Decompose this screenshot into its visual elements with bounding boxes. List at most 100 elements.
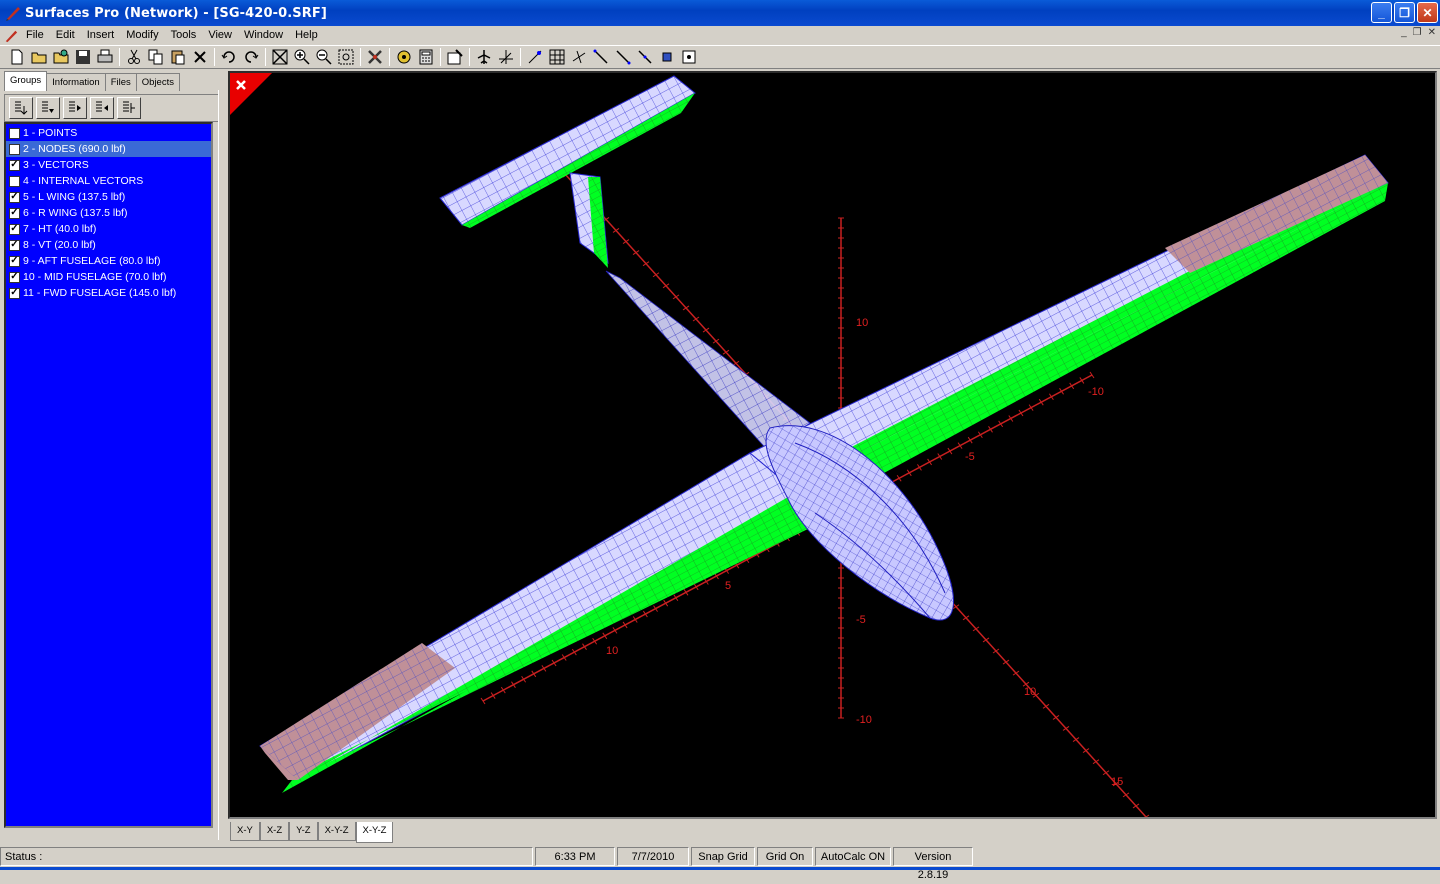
z-axis-label-neg10: -10 <box>856 714 872 726</box>
group-row[interactable]: ✓ 9 - AFT FUSELAGE (80.0 lbf) <box>6 253 211 269</box>
group-row[interactable]: ✓ 10 - MID FUSELAGE (70.0 lbf) <box>6 269 211 285</box>
tab-groups[interactable]: Groups <box>4 71 48 91</box>
select-point-icon[interactable] <box>524 46 546 68</box>
group-row[interactable]: ✓ 8 - VT (20.0 lbf) <box>6 237 211 253</box>
tab-view-x-z[interactable]: X-Z <box>259 822 290 841</box>
group-row[interactable]: 2 - NODES (690.0 lbf) <box>6 141 211 157</box>
line-both-icon[interactable] <box>634 46 656 68</box>
node-icon[interactable] <box>656 46 678 68</box>
aircraft-icon[interactable] <box>473 46 495 68</box>
zoom-out-icon[interactable] <box>313 46 335 68</box>
left-panel: Groups Information Files Objects 1 - POI… <box>0 70 225 845</box>
group-checkbox[interactable] <box>9 127 20 139</box>
group-row[interactable]: ✓ 11 - FWD FUSELAGE (145.0 lbf) <box>6 285 211 301</box>
group-label: 2 - NODES (690.0 lbf) <box>23 143 126 155</box>
app-icon <box>6 7 20 21</box>
group-checkbox[interactable]: ✓ <box>9 207 20 219</box>
group-label: 8 - VT (20.0 lbf) <box>23 239 96 251</box>
properties-icon[interactable] <box>444 46 466 68</box>
document-icon[interactable] <box>4 29 18 43</box>
zoom-in-icon[interactable] <box>291 46 313 68</box>
grid-select-icon[interactable] <box>546 46 568 68</box>
calculator-icon[interactable] <box>415 46 437 68</box>
add-group-icon[interactable] <box>9 97 33 119</box>
line-end-icon[interactable] <box>612 46 634 68</box>
group-row[interactable]: ✓ 5 - L WING (137.5 lbf) <box>6 189 211 205</box>
glider-3d-model[interactable]: 10 -5 -10 -5 -10 5 10 10 15 <box>230 73 1435 817</box>
group-checkbox[interactable]: ✓ <box>9 255 20 267</box>
mdi-minimize-button[interactable]: _ <box>1401 27 1407 38</box>
left-panel-splitter[interactable] <box>218 90 223 840</box>
tab-objects[interactable]: Objects <box>135 73 180 91</box>
redo-icon[interactable] <box>240 46 262 68</box>
menu-file[interactable]: File <box>20 26 50 45</box>
group-checkbox[interactable]: ✓ <box>9 223 20 235</box>
centroid-icon[interactable] <box>678 46 700 68</box>
copy-icon[interactable] <box>145 46 167 68</box>
menu-window[interactable]: Window <box>238 26 289 45</box>
group-row[interactable]: ✓ 3 - VECTORS <box>6 157 211 173</box>
cut-icon[interactable] <box>123 46 145 68</box>
zoom-window-icon[interactable] <box>335 46 357 68</box>
close-button[interactable]: ✕ <box>1417 2 1438 23</box>
aft-fuselage <box>605 270 811 454</box>
status-text: Status : <box>0 847 533 866</box>
group-checkbox[interactable]: ✓ <box>9 159 20 171</box>
axes-icon[interactable] <box>495 46 517 68</box>
status-time: 6:33 PM <box>535 847 615 866</box>
status-snap-grid[interactable]: Snap Grid <box>691 847 755 866</box>
weight-icon[interactable] <box>393 46 415 68</box>
group-checkbox[interactable]: ✓ <box>9 287 20 299</box>
mdi-close-button[interactable]: ✕ <box>1428 27 1436 38</box>
save-icon[interactable] <box>72 46 94 68</box>
group-label: 9 - AFT FUSELAGE (80.0 lbf) <box>23 255 161 267</box>
minimize-button[interactable]: _ <box>1371 2 1392 23</box>
menu-tools[interactable]: Tools <box>165 26 203 45</box>
group-checkbox[interactable]: ✓ <box>9 239 20 251</box>
tab-view-x-y-z[interactable]: X-Y-Z <box>317 822 356 841</box>
tab-files[interactable]: Files <box>104 73 137 91</box>
tab-view-y-z[interactable]: Y-Z <box>289 822 318 841</box>
print-icon[interactable] <box>94 46 116 68</box>
settings-tools-icon[interactable] <box>364 46 386 68</box>
open-network-icon[interactable] <box>50 46 72 68</box>
group-row[interactable]: 1 - POINTS <box>6 125 211 141</box>
open-folder-icon[interactable] <box>28 46 50 68</box>
status-bar: Status : 6:33 PM 7/7/2010 Snap Grid Grid… <box>0 847 1440 881</box>
menu-modify[interactable]: Modify <box>120 26 164 45</box>
z-axis-label-10: 10 <box>856 317 868 329</box>
mdi-restore-button[interactable]: ❐ <box>1413 27 1422 38</box>
group-row[interactable]: ✓ 7 - HT (40.0 lbf) <box>6 221 211 237</box>
move-group-down-icon[interactable] <box>36 97 60 119</box>
menu-view[interactable]: View <box>202 26 238 45</box>
tab-view-x-y-z-alt[interactable]: X-Y-Z <box>355 822 394 843</box>
menu-help[interactable]: Help <box>289 26 324 45</box>
line-icon[interactable] <box>590 46 612 68</box>
tab-view-x-y[interactable]: X-Y <box>230 822 260 841</box>
new-file-icon[interactable] <box>6 46 28 68</box>
left-tabs: Groups Information Files Objects <box>4 71 180 91</box>
menu-insert[interactable]: Insert <box>81 26 121 45</box>
group-checkbox[interactable]: ✓ <box>9 191 20 203</box>
vector-icon[interactable] <box>568 46 590 68</box>
tab-information[interactable]: Information <box>46 73 106 91</box>
model-viewport[interactable]: 10 -5 -10 -5 -10 5 10 10 15 <box>228 71 1437 819</box>
group-row[interactable]: ✓ 6 - R WING (137.5 lbf) <box>6 205 211 221</box>
paste-icon[interactable] <box>167 46 189 68</box>
group-out-icon[interactable] <box>90 97 114 119</box>
undo-icon[interactable] <box>218 46 240 68</box>
group-checkbox[interactable] <box>9 175 20 187</box>
viewport-close-marker[interactable] <box>230 73 272 115</box>
group-row[interactable]: 4 - INTERNAL VECTORS <box>6 173 211 189</box>
status-autocalc[interactable]: AutoCalc ON <box>815 847 891 866</box>
menu-edit[interactable]: Edit <box>50 26 81 45</box>
status-grid-on[interactable]: Grid On <box>757 847 813 866</box>
group-checkbox[interactable] <box>9 143 20 155</box>
group-properties-icon[interactable] <box>117 97 141 119</box>
group-into-icon[interactable] <box>63 97 87 119</box>
y-axis-label-neg10: -10 <box>1088 386 1104 398</box>
zoom-extents-icon[interactable] <box>269 46 291 68</box>
maximize-button[interactable]: ❐ <box>1394 2 1415 23</box>
group-checkbox[interactable]: ✓ <box>9 271 20 283</box>
delete-icon[interactable] <box>189 46 211 68</box>
